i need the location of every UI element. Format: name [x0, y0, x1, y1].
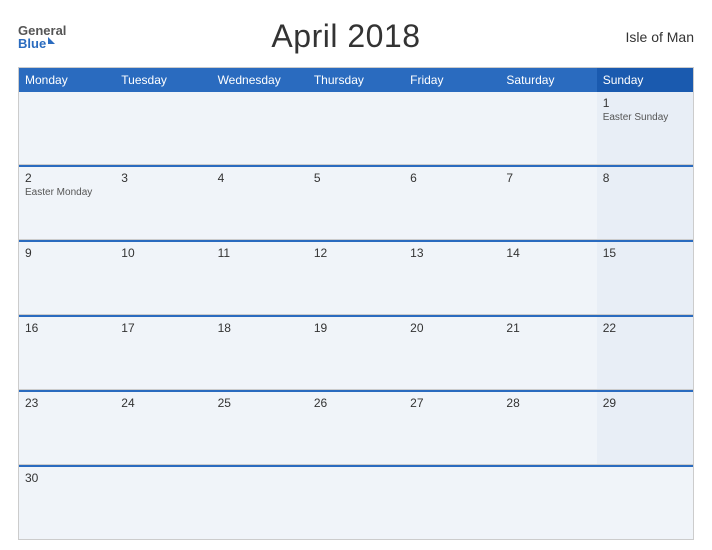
- cell-w1-mon: [19, 92, 115, 164]
- header-tuesday: Tuesday: [115, 68, 211, 92]
- cell-w1-sat: [500, 92, 596, 164]
- cell-w3-sat: 14: [500, 242, 596, 314]
- day-18: 18: [218, 321, 302, 335]
- day-26: 26: [314, 396, 398, 410]
- day-15: 15: [603, 246, 687, 260]
- day-9: 9: [25, 246, 109, 260]
- day-21: 21: [506, 321, 590, 335]
- day-30: 30: [25, 471, 109, 485]
- day-22: 22: [603, 321, 687, 335]
- cell-w2-tue: 3: [115, 167, 211, 239]
- cell-w2-mon: 2 Easter Monday: [19, 167, 115, 239]
- cell-w3-sun: 15: [597, 242, 693, 314]
- day-13: 13: [410, 246, 494, 260]
- cell-w2-sun: 8: [597, 167, 693, 239]
- page: General Blue April 2018 Isle of Man Mond…: [0, 0, 712, 550]
- day-19: 19: [314, 321, 398, 335]
- day-28: 28: [506, 396, 590, 410]
- cell-w1-fri: [404, 92, 500, 164]
- day-12: 12: [314, 246, 398, 260]
- day-3: 3: [121, 171, 205, 185]
- cell-w6-tue: [115, 467, 211, 539]
- cell-w4-mon: 16: [19, 317, 115, 389]
- cell-w4-fri: 20: [404, 317, 500, 389]
- day-16: 16: [25, 321, 109, 335]
- cell-w6-fri: [404, 467, 500, 539]
- calendar: Monday Tuesday Wednesday Thursday Friday…: [18, 67, 694, 540]
- day-1: 1: [603, 96, 687, 110]
- cell-w5-thu: 26: [308, 392, 404, 464]
- day-11: 11: [218, 246, 302, 260]
- cell-w3-tue: 10: [115, 242, 211, 314]
- cell-w2-thu: 5: [308, 167, 404, 239]
- day-5: 5: [314, 171, 398, 185]
- cell-w6-sat: [500, 467, 596, 539]
- logo-text: General Blue: [18, 24, 66, 50]
- cell-w1-sun: 1 Easter Sunday: [597, 92, 693, 164]
- cell-w1-wed: [212, 92, 308, 164]
- cell-w5-wed: 25: [212, 392, 308, 464]
- calendar-title: April 2018: [271, 18, 420, 55]
- logo: General Blue: [18, 24, 66, 50]
- day-29: 29: [603, 396, 687, 410]
- day-27: 27: [410, 396, 494, 410]
- event-easter-monday: Easter Monday: [25, 187, 92, 198]
- cell-w2-fri: 6: [404, 167, 500, 239]
- cell-w1-tue: [115, 92, 211, 164]
- cell-w5-sat: 28: [500, 392, 596, 464]
- logo-triangle-icon: [48, 37, 55, 44]
- cell-w3-wed: 11: [212, 242, 308, 314]
- cell-w4-sun: 22: [597, 317, 693, 389]
- cell-w2-wed: 4: [212, 167, 308, 239]
- day-8: 8: [603, 171, 687, 185]
- logo-blue-text: Blue: [18, 37, 46, 50]
- day-14: 14: [506, 246, 590, 260]
- cell-w6-thu: [308, 467, 404, 539]
- week-3: 9 10 11 12 13 14 15: [19, 240, 693, 315]
- cell-w4-wed: 18: [212, 317, 308, 389]
- cell-w5-sun: 29: [597, 392, 693, 464]
- header-thursday: Thursday: [308, 68, 404, 92]
- cell-w4-tue: 17: [115, 317, 211, 389]
- day-24: 24: [121, 396, 205, 410]
- cell-w5-tue: 24: [115, 392, 211, 464]
- header-saturday: Saturday: [500, 68, 596, 92]
- week-4: 16 17 18 19 20 21 22: [19, 315, 693, 390]
- day-20: 20: [410, 321, 494, 335]
- week-1: 1 Easter Sunday: [19, 92, 693, 165]
- week-5: 23 24 25 26 27 28 29: [19, 390, 693, 465]
- calendar-body: 1 Easter Sunday 2 Easter Monday 3 4 5: [19, 92, 693, 539]
- week-6: 30: [19, 465, 693, 539]
- cell-w5-fri: 27: [404, 392, 500, 464]
- day-2: 2: [25, 171, 109, 185]
- header-monday: Monday: [19, 68, 115, 92]
- day-7: 7: [506, 171, 590, 185]
- week-2: 2 Easter Monday 3 4 5 6 7: [19, 165, 693, 240]
- day-25: 25: [218, 396, 302, 410]
- cell-w3-mon: 9: [19, 242, 115, 314]
- cell-w6-wed: [212, 467, 308, 539]
- cell-w4-thu: 19: [308, 317, 404, 389]
- cell-w4-sat: 21: [500, 317, 596, 389]
- header: General Blue April 2018 Isle of Man: [18, 18, 694, 55]
- day-4: 4: [218, 171, 302, 185]
- cell-w5-mon: 23: [19, 392, 115, 464]
- header-sunday: Sunday: [597, 68, 693, 92]
- header-friday: Friday: [404, 68, 500, 92]
- cell-w1-thu: [308, 92, 404, 164]
- event-easter-sunday: Easter Sunday: [603, 112, 669, 123]
- cell-w2-sat: 7: [500, 167, 596, 239]
- day-10: 10: [121, 246, 205, 260]
- header-wednesday: Wednesday: [212, 68, 308, 92]
- day-17: 17: [121, 321, 205, 335]
- day-6: 6: [410, 171, 494, 185]
- region-label: Isle of Man: [626, 29, 694, 45]
- cell-w6-sun: [597, 467, 693, 539]
- cell-w3-thu: 12: [308, 242, 404, 314]
- cell-w3-fri: 13: [404, 242, 500, 314]
- logo-general-text: General: [18, 24, 66, 37]
- day-23: 23: [25, 396, 109, 410]
- calendar-header: Monday Tuesday Wednesday Thursday Friday…: [19, 68, 693, 92]
- cell-w6-mon: 30: [19, 467, 115, 539]
